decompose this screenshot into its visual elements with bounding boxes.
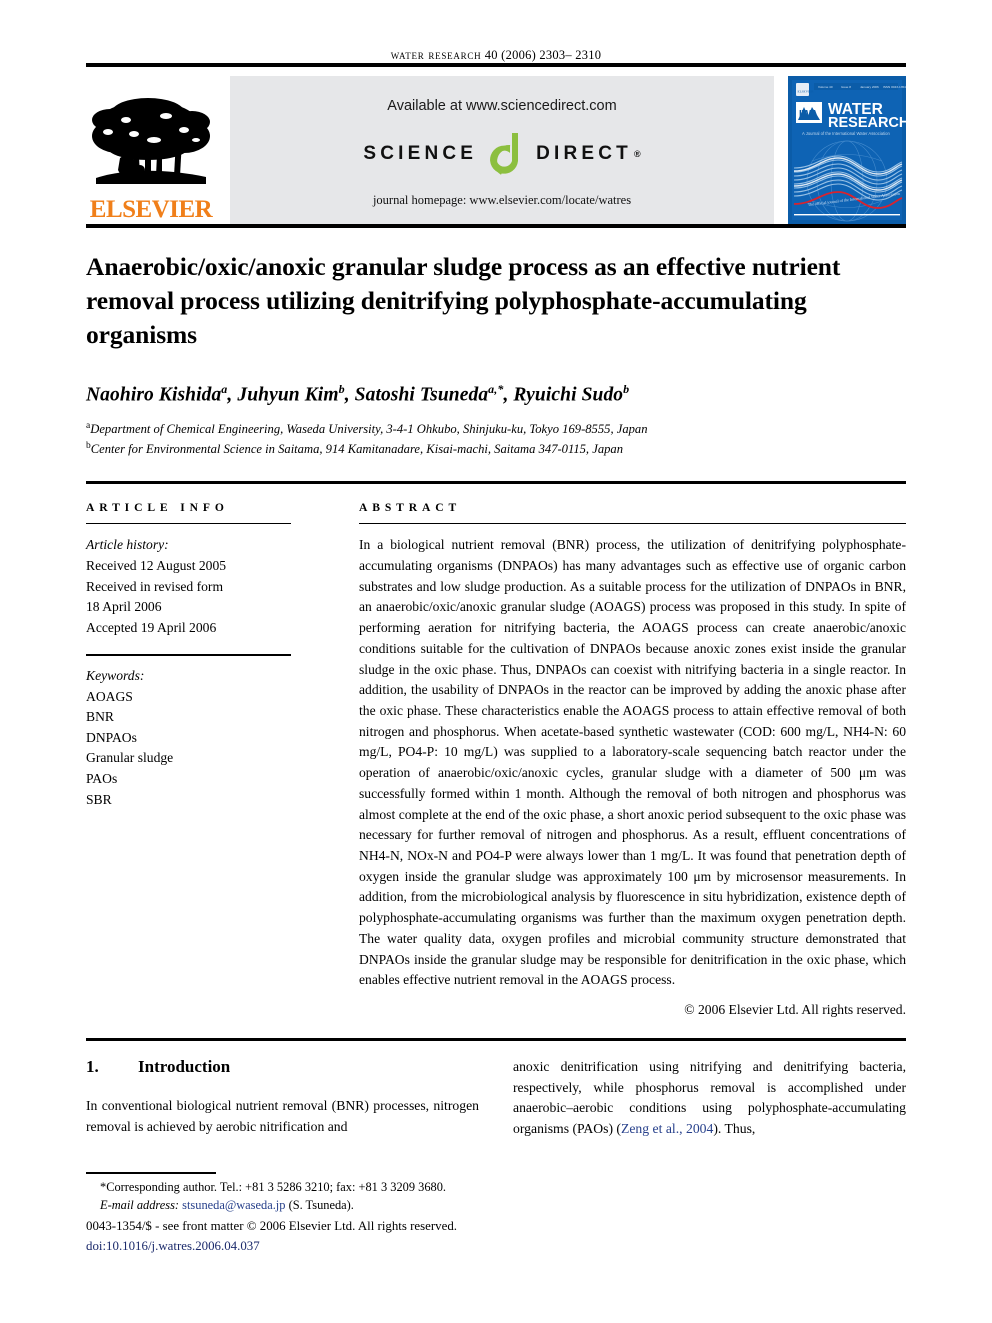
affiliation-list: aDepartment of Chemical Engineering, Was… [86,419,906,459]
body-columns: 1. Introduction In conventional biologic… [86,1057,906,1139]
keyword-item: AOAGS [86,688,133,704]
article-info-heading: ARTICLE INFO [86,500,229,514]
keywords-label: Keywords: [86,667,145,683]
running-head: water research 40 (2006) 2303– 2310 [86,0,906,63]
svg-text:Volume 40: Volume 40 [818,85,833,89]
registered-mark-icon: ® [633,148,641,159]
email-link[interactable]: stsuneda@waseda.jp [182,1198,285,1212]
article-info-column: ARTICLE INFO Article history: Received 1… [86,501,304,1018]
svg-text:Issue 8: Issue 8 [841,85,851,89]
issn-line: 0043-1354/$ - see front matter © 2006 El… [86,1218,458,1233]
doi-link[interactable]: doi:10.1016/j.watres.2006.04.037 [86,1237,506,1256]
article-page: water research 40 (2006) 2303– 2310 ELSE… [86,0,906,1323]
affiliation-text: Center for Environmental Science in Sait… [90,441,624,456]
intro-paragraph-left: In conventional biological nutrient remo… [86,1098,479,1134]
body-column-right: anoxic denitrification using nitrifying … [513,1057,906,1139]
article-history-item: Received 12 August 2005 [86,557,227,573]
body-top-rule [86,1038,906,1041]
sciencedirect-d-icon [485,131,531,177]
page-title: Anaerobic/oxic/anoxic granular sludge pr… [86,252,841,350]
email-owner: (S. Tsuneda). [288,1197,354,1212]
svg-text:January 2006: January 2006 [860,85,879,89]
email-note: E-mail address: stsuneda@waseda.jp (S. T… [86,1197,506,1215]
corresponding-author-note: *Corresponding author. Tel.: +81 3 5286 … [100,1179,447,1194]
elsevier-logo: ELSEVIER [86,76,216,224]
keyword-item: Granular sludge [86,750,174,766]
elsevier-wordmark: ELSEVIER [89,196,213,223]
article-history-item: Received in revised form [86,578,224,594]
svg-text:ISSN 0043-1354: ISSN 0043-1354 [883,85,906,89]
affiliation-item: bCenter for Environmental Science in Sai… [86,439,906,459]
author-affil-marker: a [221,382,228,397]
author-affil-marker: b [623,382,630,397]
available-at-text: Available at www.sciencedirect.com [387,98,617,114]
article-history-item: Accepted 19 April 2006 [86,619,217,635]
page-footer: *Corresponding author. Tel.: +81 3 5286 … [86,1172,506,1256]
footnote-rule [86,1172,216,1174]
author-name: Ryuichi Sudo [513,384,624,406]
section-number: 1. [86,1057,99,1076]
author-name: Naohiro Kishida [86,384,222,406]
affiliation-text: Department of Chemical Engineering, Wase… [90,422,648,437]
abstract-heading: ABSTRACT [359,500,462,514]
copyright-line: © 2006 Elsevier Ltd. All rights reserved… [684,1002,906,1017]
author-affil-marker: b [338,382,345,397]
elsevier-tree-icon [92,98,210,184]
svg-text:A Journal of the International: A Journal of the International Water Ass… [802,131,891,136]
section-heading-introduction: 1. Introduction [86,1057,479,1077]
journal-homepage-text: journal homepage: www.elsevier.com/locat… [372,193,632,207]
publisher-banner: ELSEVIER Available at www.sciencedirect.… [86,76,906,224]
article-info-rule [86,522,291,525]
abstract-column: ABSTRACT In a biological nutrient remova… [304,501,906,1018]
author-name: Satoshi Tsuneda [354,384,489,406]
citation-link[interactable]: Zeng et al., 2004 [621,1121,713,1136]
svg-text:RESEARCH: RESEARCH [828,115,906,131]
author-list: Naohiro Kishidaa, Juhyun Kimb, Satoshi T… [86,382,630,406]
header-rule-top [86,63,906,67]
abstract-text: In a biological nutrient removal (BNR) p… [359,537,906,988]
keyword-item: DNPAOs [86,729,137,745]
keywords-block: Keywords: AOAGS BNR DNPAOs Granular slud… [86,666,294,811]
header-rule-bottom [86,224,906,228]
abstract-rule [359,522,906,525]
keyword-item: SBR [86,791,112,807]
svg-text:IWA: IWA [799,109,818,120]
running-head-journal: water research [390,48,482,62]
intro-paragraph-right: anoxic denitrification using nitrifying … [513,1057,906,1139]
sciencedirect-logo: SCIENCE DIRECT ® [363,131,641,177]
info-abstract-top-rule [86,480,906,484]
body-column-left: 1. Introduction In conventional biologic… [86,1057,479,1139]
intro-text-post: ). Thus, [713,1120,756,1136]
keyword-item: PAOs [86,771,118,787]
keywords-rule [86,654,291,656]
author-name: Juhyun Kim [237,384,339,406]
section-title: Introduction [138,1057,231,1076]
article-history-item: 18 April 2006 [86,599,162,615]
sciencedirect-word-direct: DIRECT [536,142,632,164]
svg-text:ELSEVIER: ELSEVIER [798,90,815,94]
journal-cover-image: Volume 40 Issue 8 January 2006 ISSN 0043… [788,76,906,224]
email-label: E-mail address: [100,1197,180,1212]
affiliation-item: aDepartment of Chemical Engineering, Was… [86,419,906,439]
running-head-citation: 40 (2006) 2303– 2310 [484,48,602,62]
keyword-item: BNR [86,709,114,725]
sciencedirect-box: Available at www.sciencedirect.com SCIEN… [230,76,774,224]
article-history-label: Article history: [86,537,169,553]
article-history: Article history: Received 12 August 2005… [86,535,294,638]
author-affil-marker: a,* [488,382,504,397]
sciencedirect-word-science: SCIENCE [363,142,478,164]
info-abstract-block: ARTICLE INFO Article history: Received 1… [86,480,906,1018]
